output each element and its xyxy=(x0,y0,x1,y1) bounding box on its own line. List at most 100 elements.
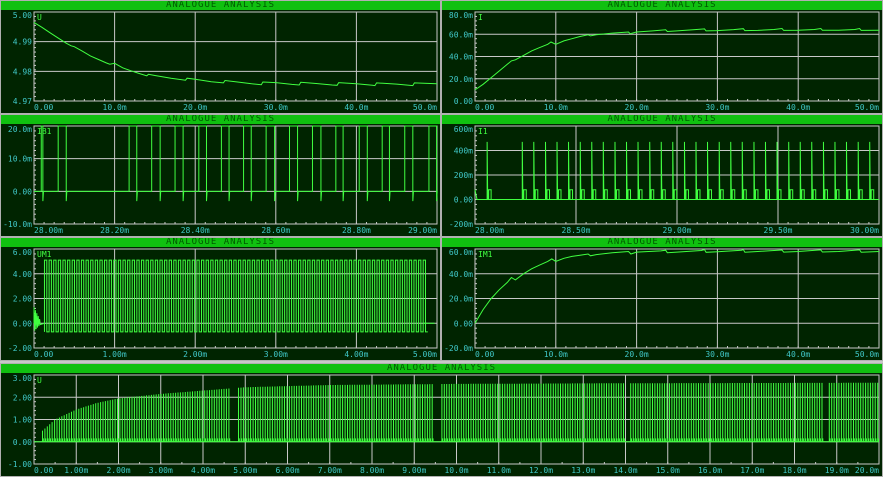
x-tick-label: 30.00m xyxy=(850,226,879,235)
x-tick-label: 0.00 xyxy=(475,103,494,112)
panel-title-bar[interactable]: ANALOGUE ANALYSIS xyxy=(1,238,440,247)
x-tick-label: 4.00m xyxy=(344,350,368,359)
x-tick-label: 3.00m xyxy=(149,466,173,475)
plot-u-top-left: 0.00 10.0m 20.0m 30.0m 40.0m 50.0m 4.97 4.98 4.9… xyxy=(13,11,438,112)
y-tick-label: -1.00 xyxy=(8,460,32,469)
panel-title-bar[interactable]: ANALOGUE ANALYSIS xyxy=(442,1,882,10)
y-tick-label: 200m xyxy=(454,171,473,180)
plot-i-top-right: 0.00 10.0m 20.0m 30.0m 40.0m 50.0m 0.00 20.0m 40… xyxy=(449,11,880,112)
trace-label: I xyxy=(478,13,483,22)
chart-panel-u-top-left[interactable]: ANALOGUE ANALYSIS 0.00 10.0m 20.0m 30.0m 40.… xyxy=(0,0,441,114)
x-tick-label: 40.0m xyxy=(786,103,810,112)
x-tick-label: 0.00 xyxy=(34,103,53,112)
x-tick-label: 29.00m xyxy=(663,226,692,235)
y-tick-label: 20.0m xyxy=(449,295,473,304)
x-tick-label: 40.0m xyxy=(786,350,810,359)
x-tick-label: 2.00m xyxy=(106,466,130,475)
plot-frame xyxy=(33,11,438,102)
plot-im1-lower-right: 0.00 10.0m 20.0m 30.0m 40.0m 50.0m-20.0m0.002… xyxy=(444,248,880,359)
x-tick-label: 30.0m xyxy=(705,103,729,112)
y-tick-label: -200m xyxy=(449,220,473,229)
x-tick-label: 0.00 xyxy=(34,466,53,475)
y-tick-label: 60.0m xyxy=(449,248,473,257)
x-tick-label: 50.0m xyxy=(855,350,879,359)
y-tick-label: 1.00 xyxy=(13,416,32,425)
y-tick-label: 0.00 xyxy=(454,97,473,106)
y-tick-label: 3.00 xyxy=(13,374,32,383)
x-tick-label: 0.00 xyxy=(475,350,494,359)
x-tick-label: 2.00m xyxy=(183,350,207,359)
y-tick-label: 0.00 xyxy=(454,319,473,328)
x-tick-label: 1.00m xyxy=(64,466,88,475)
panel-title-bar[interactable]: ANALOGUE ANALYSIS xyxy=(1,1,440,10)
y-tick-label: -10.0m xyxy=(3,220,32,229)
y-tick-label: 5.00 xyxy=(13,11,32,20)
y-tick-label: 40.0m xyxy=(449,270,473,279)
y-tick-label: 6.00 xyxy=(13,248,32,257)
trace-label: IB1 xyxy=(37,127,52,136)
chart-panel-i1-mid-right[interactable]: ANALOGUE ANALYSIS 28.00m 28.50m 29.00m 29.5… xyxy=(441,114,883,237)
plot-frame xyxy=(33,125,438,225)
plot-ib1-mid-left: 28.00m 28.20m 28.40m 28.60m 28.80m 29.00m -10.… xyxy=(3,125,438,235)
y-tick-label: 60.0m xyxy=(449,30,473,39)
x-tick-label: 5.00m xyxy=(233,466,257,475)
chart-panel-ib1-mid-left[interactable]: ANALOGUE ANALYSIS 28.00m 28.20m 28.40m 28.6… xyxy=(0,114,441,237)
y-tick-label: 4.99 xyxy=(13,38,32,47)
x-tick-label: 1.00m xyxy=(103,350,127,359)
trace-line xyxy=(33,259,435,333)
y-tick-label: 0.00 xyxy=(454,196,473,205)
x-tick-label: 20.0m xyxy=(855,466,879,475)
y-tick-label: 20.0m xyxy=(449,75,473,84)
chart-panel-um1-lower-left[interactable]: ANALOGUE ANALYSIS 0.00 1.00m 2.00m 3.00m 4.0… xyxy=(0,237,441,361)
plot-um1-lower-left: 0.00 1.00m 2.00m 3.00m 4.00m 5.00m-2.000.002.… xyxy=(8,248,438,359)
chart-panel-im1-lower-right[interactable]: ANALOGUE ANALYSIS 0.00 10.0m 20.0m 30.0m 40.… xyxy=(441,237,883,361)
panel-title-bar[interactable]: ANALOGUE ANALYSIS xyxy=(1,364,882,373)
x-tick-label: 8.00m xyxy=(360,466,384,475)
y-tick-label: 2.00 xyxy=(13,295,32,304)
y-tick-label: 0.00 xyxy=(13,187,32,196)
x-tick-label: 28.60m xyxy=(261,226,290,235)
panel-title-bar[interactable]: ANALOGUE ANALYSIS xyxy=(442,238,882,247)
y-tick-label: 400m xyxy=(454,147,473,156)
trace-label: U xyxy=(37,13,42,22)
chart-panel-i-top-right[interactable]: ANALOGUE ANALYSIS 0.00 10.0m 20.0m 30.0m 40.… xyxy=(441,0,883,114)
chart-panel-u-bottom[interactable]: ANALOGUE ANALYSIS 0.00 1.00m 2.00m 3.00m 4.0… xyxy=(0,363,883,477)
x-tick-label: 50.0m xyxy=(413,103,437,112)
trace-label: IM1 xyxy=(478,250,493,259)
x-tick-label: 10.0m xyxy=(544,350,568,359)
x-tick-label: 28.20m xyxy=(100,226,129,235)
x-tick-label: 10.0m xyxy=(444,466,468,475)
y-tick-label: 4.00 xyxy=(13,270,32,279)
x-tick-label: 4.00m xyxy=(191,466,215,475)
x-tick-label: 30.0m xyxy=(264,103,288,112)
x-tick-label: 13.0m xyxy=(571,466,595,475)
trace-line xyxy=(474,248,880,324)
x-tick-label: 16.0m xyxy=(698,466,722,475)
x-tick-label: 17.0m xyxy=(740,466,764,475)
x-tick-label: 28.80m xyxy=(342,226,371,235)
panel-title-bar[interactable]: ANALOGUE ANALYSIS xyxy=(1,115,440,124)
plot-i1-mid-right: 28.00m 28.50m 29.00m 29.50m 30.00m -200m 0.00 2… xyxy=(449,125,880,235)
y-tick-label: 20.0m xyxy=(8,125,32,134)
x-tick-label: 28.00m xyxy=(34,226,63,235)
x-tick-label: 5.00m xyxy=(413,350,437,359)
trace-label: UM1 xyxy=(37,250,52,259)
y-tick-label: 40.0m xyxy=(449,53,473,62)
x-tick-label: 19.0m xyxy=(825,466,849,475)
trace-line xyxy=(474,27,880,91)
x-tick-label: 7.00m xyxy=(318,466,342,475)
y-tick-label: 80.0m xyxy=(449,11,473,20)
x-tick-label: 3.00m xyxy=(264,350,288,359)
panel-title-bar[interactable]: ANALOGUE ANALYSIS xyxy=(442,115,882,124)
x-tick-label: 29.50m xyxy=(764,226,793,235)
y-tick-label: 4.98 xyxy=(13,67,32,76)
x-tick-label: 18.0m xyxy=(782,466,806,475)
x-tick-label: 20.0m xyxy=(625,350,649,359)
x-tick-label: 40.0m xyxy=(344,103,368,112)
x-tick-label: 28.40m xyxy=(181,226,210,235)
x-tick-label: 10.0m xyxy=(544,103,568,112)
plot-u-bottom: 0.00 1.00m 2.00m 3.00m 4.00m 5.00m 6.00m 7.00m 8… xyxy=(8,374,880,475)
x-tick-label: 28.50m xyxy=(562,226,591,235)
x-tick-label: 28.00m xyxy=(475,226,504,235)
x-tick-label: 20.0m xyxy=(625,103,649,112)
